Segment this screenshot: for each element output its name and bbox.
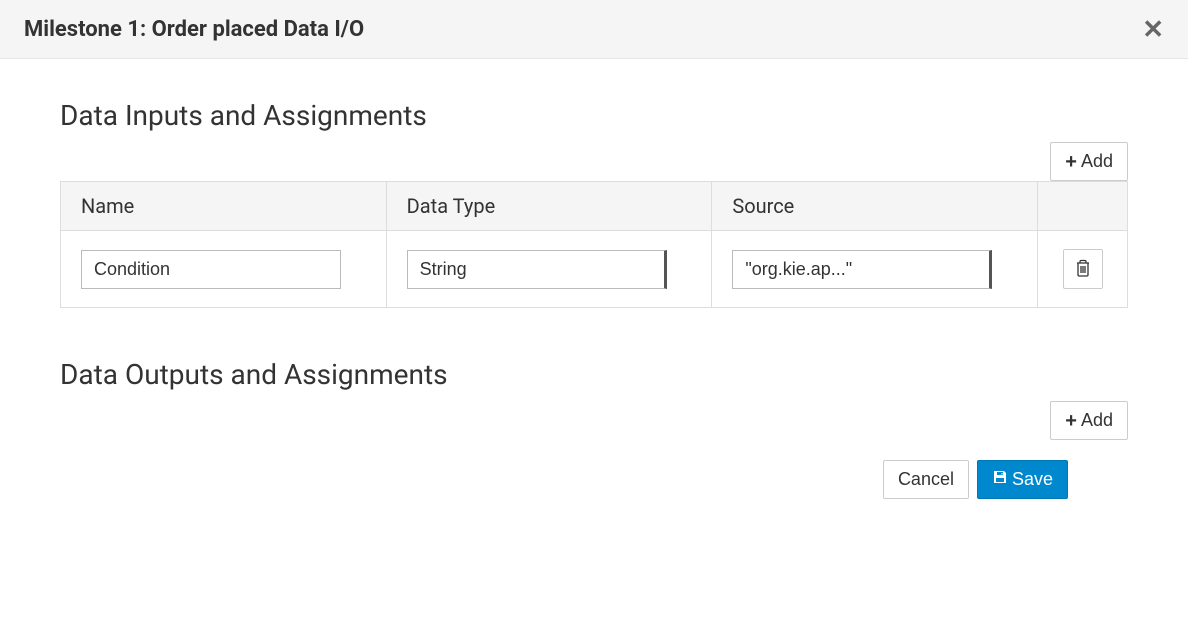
add-input-button[interactable]: + Add — [1050, 142, 1128, 181]
close-icon: ✕ — [1142, 14, 1164, 44]
col-datatype-header: Data Type — [386, 182, 712, 231]
delete-row-button[interactable] — [1063, 249, 1103, 289]
save-disk-icon — [992, 469, 1008, 490]
plus-icon: + — [1065, 411, 1077, 431]
inputs-section: Data Inputs and Assignments + Add Name D… — [60, 99, 1128, 308]
col-source-header: Source — [712, 182, 1038, 231]
inputs-section-title: Data Inputs and Assignments — [60, 99, 1128, 132]
close-button[interactable]: ✕ — [1142, 16, 1164, 42]
save-button[interactable]: Save — [977, 460, 1068, 499]
table-row — [61, 231, 1128, 308]
inputs-table: Name Data Type Source — [60, 181, 1128, 308]
dialog-body: Data Inputs and Assignments + Add Name D… — [0, 59, 1188, 529]
outputs-section: Data Outputs and Assignments + Add — [60, 358, 1128, 440]
outputs-section-title: Data Outputs and Assignments — [60, 358, 1128, 391]
datatype-select[interactable] — [407, 250, 667, 289]
add-output-label: Add — [1081, 410, 1113, 431]
add-output-button[interactable]: + Add — [1050, 401, 1128, 440]
source-select[interactable] — [732, 250, 992, 289]
dialog-title: Milestone 1: Order placed Data I/O — [24, 17, 364, 42]
plus-icon: + — [1065, 152, 1077, 172]
dialog-header: Milestone 1: Order placed Data I/O ✕ — [0, 0, 1188, 59]
save-label: Save — [1012, 469, 1053, 490]
name-input[interactable] — [81, 250, 341, 289]
add-input-label: Add — [1081, 151, 1113, 172]
dialog-footer: Cancel Save — [60, 460, 1128, 499]
col-actions-header — [1038, 182, 1128, 231]
cancel-button[interactable]: Cancel — [883, 460, 969, 499]
col-name-header: Name — [61, 182, 387, 231]
cancel-label: Cancel — [898, 469, 954, 490]
trash-icon — [1075, 259, 1091, 280]
